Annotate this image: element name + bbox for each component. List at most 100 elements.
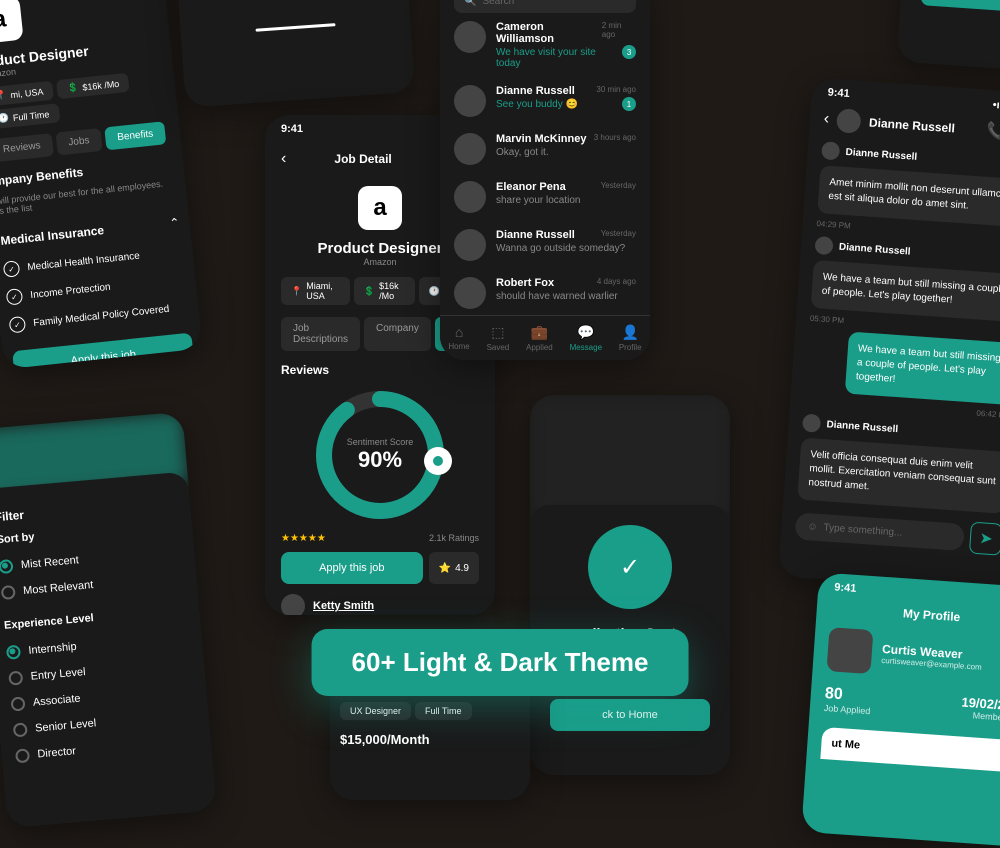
back-icon[interactable]: ‹ xyxy=(823,110,830,128)
msg-text: We have visit your site today xyxy=(496,47,622,69)
msg-time: Yesterday xyxy=(601,229,636,241)
msg-time: 2 min ago xyxy=(602,21,636,45)
tab-benefits[interactable]: Benefits xyxy=(104,121,166,150)
apply-button[interactable]: Apply this job xyxy=(12,333,194,370)
message-item[interactable]: Dianne Russell Yesterday Wanna go outside… xyxy=(454,221,636,269)
msg-name: Dianne Russell xyxy=(496,229,575,241)
message-item[interactable]: Cameron Williamson2 min ago We have visi… xyxy=(454,13,636,77)
chat-name: Dianne Russell xyxy=(869,115,979,137)
msg-author: Dianne Russell xyxy=(839,241,911,257)
msg-time: Yesterday xyxy=(601,181,636,193)
msg-name: Marvin McKinney xyxy=(496,133,586,145)
profile-icon: 👤 xyxy=(619,324,642,341)
nav-home[interactable]: ⌂Home xyxy=(448,324,469,352)
sentiment-ring: Sentiment Score 90% xyxy=(310,385,450,525)
msg-name: Dianne Russell xyxy=(496,85,575,97)
reviews-heading: Reviews xyxy=(281,363,479,377)
avatar xyxy=(454,229,486,261)
back-icon[interactable]: ‹ xyxy=(281,150,286,168)
success-check-icon: ✓ xyxy=(588,525,672,609)
call-icon[interactable]: 📞 xyxy=(986,121,1000,142)
reviewer-avatar xyxy=(281,594,305,615)
status-time: 9:41 xyxy=(827,87,850,102)
nav-message[interactable]: 💬Message xyxy=(570,324,602,352)
message-item[interactable]: Dianne Russell 30 min ago See you buddy 😊… xyxy=(454,77,636,125)
chevron-up-icon[interactable]: ⌃ xyxy=(169,215,180,230)
star-rating: ★★★★★ xyxy=(281,533,326,544)
message-item[interactable]: Marvin McKinney3 hours ago Okay, got it. xyxy=(454,125,636,173)
msg-time: 30 min ago xyxy=(596,85,636,97)
msg-name: Eleanor Pena xyxy=(496,181,566,193)
msg-text: Okay, got it. xyxy=(496,147,549,158)
back-home-button[interactable]: ck to Home xyxy=(550,699,710,731)
msg-author: Dianne Russell xyxy=(845,146,917,162)
location-chip: 📍mi, USA xyxy=(0,81,54,107)
received-bubble: Amet minim mollit non deserunt ullamco e… xyxy=(817,165,1000,227)
msg-text: See you buddy 😊 xyxy=(496,99,578,111)
salary-chip: 💲$16k /Mo xyxy=(56,73,130,99)
profile-avatar xyxy=(826,627,873,674)
tab-reviews[interactable]: Reviews xyxy=(0,133,54,162)
send-button[interactable]: ➤ xyxy=(969,522,1000,556)
score-value: 90% xyxy=(347,447,414,473)
salary-chip: 💲$16k /Mo xyxy=(354,277,415,305)
search-icon: 🔍 xyxy=(464,0,476,7)
reviewer-name: Ketty Smith xyxy=(313,600,374,612)
applied-label: Job Applied xyxy=(824,703,871,716)
update-button[interactable]: Update xyxy=(920,0,1000,19)
message-item[interactable]: Robert Fox4 days ago should have warned … xyxy=(454,269,636,317)
emoji-icon[interactable]: ☺ xyxy=(807,521,818,533)
avatar xyxy=(821,141,840,160)
home-indicator xyxy=(256,23,336,32)
tag-ux[interactable]: UX Designer xyxy=(340,702,411,720)
avatar xyxy=(454,133,486,165)
tab-descriptions[interactable]: Job Descriptions xyxy=(281,317,360,351)
status-icons: •ıl ⬚ ▬ xyxy=(992,98,1000,114)
received-bubble: We have a team but still missing a coupl… xyxy=(811,260,1000,322)
salary-value: $15,000/Month xyxy=(340,732,520,747)
msg-text: Wanna go outside someday? xyxy=(496,243,625,254)
avatar xyxy=(814,236,833,255)
avatar xyxy=(454,21,486,53)
check-icon: ✓ xyxy=(3,260,21,278)
tab-company[interactable]: Company xyxy=(364,317,431,351)
location-chip: 📍Miami, USA xyxy=(281,277,350,305)
check-icon: ✓ xyxy=(9,316,27,334)
nav-profile[interactable]: 👤Profile xyxy=(619,324,642,352)
tab-jobs[interactable]: Jobs xyxy=(55,128,102,156)
tag-fulltime[interactable]: Full Time xyxy=(415,702,472,720)
ring-handle xyxy=(424,447,452,475)
message-icon: 💬 xyxy=(570,324,602,341)
unread-badge: 3 xyxy=(622,45,636,59)
rating-badge: ⭐4.9 xyxy=(429,552,479,584)
message-item[interactable]: Eleanor Pena Yesterday share your locatio… xyxy=(454,173,636,221)
about-heading: ut Me xyxy=(820,727,1000,773)
message-input[interactable]: ☺ Type something... xyxy=(794,512,964,551)
chat-avatar xyxy=(836,108,862,134)
page-title: Job Detail xyxy=(334,152,391,166)
avatar xyxy=(802,414,821,433)
rating-count: 2.1k Ratings xyxy=(429,533,479,544)
nav-saved[interactable]: ⬚Saved xyxy=(487,324,510,352)
insurance-heading: Medical Insurance xyxy=(0,223,105,248)
msg-text: share your location xyxy=(496,195,581,206)
apply-button[interactable]: Apply this job xyxy=(281,552,423,584)
bookmark-icon: ⬚ xyxy=(487,324,510,341)
avatar xyxy=(454,277,486,309)
briefcase-icon: 💼 xyxy=(526,324,553,341)
check-icon: ✓ xyxy=(6,288,24,306)
score-label: Sentiment Score xyxy=(347,437,414,447)
company-logo: a xyxy=(358,186,402,230)
msg-author: Dianne Russell xyxy=(826,419,898,435)
company-logo: a xyxy=(0,0,24,44)
status-time: 9:41 xyxy=(834,581,857,595)
search-input[interactable]: 🔍 Search xyxy=(454,0,636,13)
unread-badge: 1 xyxy=(622,97,636,111)
avatar xyxy=(454,181,486,213)
type-chip: 🕐Full Time xyxy=(0,103,60,129)
avatar xyxy=(454,85,486,117)
home-icon: ⌂ xyxy=(448,324,469,340)
nav-applied[interactable]: 💼Applied xyxy=(526,324,553,352)
msg-text: should have warned warlier xyxy=(496,291,618,302)
msg-name: Robert Fox xyxy=(496,277,554,289)
